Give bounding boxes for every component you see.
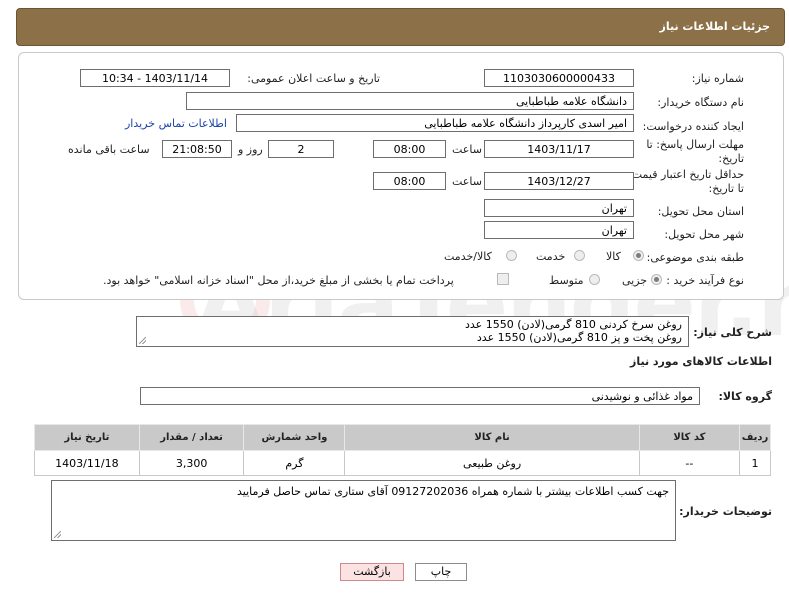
category-both-radio[interactable] xyxy=(506,250,517,261)
resize-grip-icon[interactable] xyxy=(139,337,146,344)
need-number-field[interactable]: 1103030600000433 xyxy=(484,69,634,87)
page-header: جزئیات اطلاعات نیاز xyxy=(16,8,785,46)
validity-time-field[interactable]: 08:00 xyxy=(373,172,446,190)
row-unit: گرم xyxy=(243,450,346,476)
table-row[interactable]: 1 -- روغن طبیعی گرم 3,300 1403/11/18 xyxy=(34,450,771,476)
purchase-medium-label: متوسط xyxy=(549,274,584,287)
validity-time-label: ساعت xyxy=(452,175,482,188)
description-textarea[interactable]: روغن سرخ کردنی 810 گرمی(لادن) 1550 عدد ر… xyxy=(136,316,689,347)
description-label: شرح کلی نیاز: xyxy=(693,326,772,339)
goods-table: ردیف کد کالا نام کالا واحد شمارش تعداد /… xyxy=(34,424,771,476)
city-field[interactable]: تهران xyxy=(484,221,634,239)
purchase-type-label: نوع فرآیند خرید : xyxy=(666,274,744,287)
province-label: استان محل تحویل: xyxy=(657,205,744,218)
validity-date-field[interactable]: 1403/12/27 xyxy=(484,172,634,190)
row-index: 1 xyxy=(739,450,771,476)
deadline-date-field[interactable]: 1403/11/17 xyxy=(484,140,634,158)
buyer-notes-textarea[interactable]: جهت کسب اطلاعات بیشتر با شماره همراه 091… xyxy=(51,480,676,541)
row-date: 1403/11/18 xyxy=(34,450,140,476)
province-field[interactable]: تهران xyxy=(484,199,634,217)
col-qty: تعداد / مقدار xyxy=(138,424,245,451)
description-line-2: روغن پخت و پز 810 گرمی(لادن) 1550 عدد xyxy=(476,331,682,344)
announce-label: تاریخ و ساعت اعلان عمومی: xyxy=(247,72,380,85)
buyer-contact-link[interactable]: اطلاعات تماس خریدار xyxy=(125,117,227,130)
goods-group-field[interactable]: مواد غذائی و نوشیدنی xyxy=(140,387,700,405)
deadline-time-field[interactable]: 08:00 xyxy=(373,140,446,158)
need-number-label: شماره نیاز: xyxy=(691,72,744,85)
buyer-org-label: نام دستگاه خریدار: xyxy=(657,96,744,109)
print-button[interactable]: چاپ xyxy=(415,563,467,581)
announce-date-field[interactable]: 1403/11/14 - 10:34 xyxy=(80,69,230,87)
description-line-1: روغن سرخ کردنی 810 گرمی(لادن) 1550 عدد xyxy=(465,318,682,331)
days-label: روز و xyxy=(238,143,263,156)
category-both-label: کالا/خدمت xyxy=(444,250,492,263)
page-title: جزئیات اطلاعات نیاز xyxy=(659,20,771,33)
buyer-org-field[interactable]: دانشگاه علامه طباطبایی xyxy=(186,92,634,110)
buyer-notes-text: جهت کسب اطلاعات بیشتر با شماره همراه 091… xyxy=(236,485,669,498)
treasury-payment-checkbox[interactable] xyxy=(497,273,509,285)
remaining-label: ساعت باقی مانده xyxy=(68,143,150,156)
category-service-label: خدمت xyxy=(536,250,566,263)
col-date: تاریخ نیاز xyxy=(34,424,140,451)
row-qty: 3,300 xyxy=(138,450,245,476)
resize-grip-icon[interactable] xyxy=(54,531,61,538)
row-name: روغن طبیعی xyxy=(344,450,640,476)
category-service-radio[interactable] xyxy=(574,250,585,261)
treasury-payment-note: پرداخت تمام یا بخشی از مبلغ خرید،از محل … xyxy=(103,274,454,287)
creator-field[interactable]: امیر اسدی کارپرداز دانشگاه علامه طباطبای… xyxy=(236,114,634,132)
goods-group-label: گروه کالا: xyxy=(718,390,772,403)
col-index: ردیف xyxy=(739,424,771,451)
row-code: -- xyxy=(638,450,741,476)
purchase-medium-radio[interactable] xyxy=(589,274,600,285)
col-unit: واحد شمارش xyxy=(243,424,346,451)
buyer-notes-label: توضیحات خریدار: xyxy=(679,505,772,518)
back-button[interactable]: بازگشت xyxy=(340,563,404,581)
purchase-minor-radio[interactable] xyxy=(651,274,662,285)
category-goods-radio[interactable] xyxy=(633,250,644,261)
col-name: نام کالا xyxy=(344,424,640,451)
deadline-label: مهلت ارسال پاسخ: تا تاریخ: xyxy=(646,138,744,165)
remaining-time-field[interactable]: 21:08:50 xyxy=(162,140,232,158)
category-label: طبقه بندی موضوعی: xyxy=(646,251,744,264)
deadline-time-label: ساعت xyxy=(452,143,482,156)
goods-section-title: اطلاعات کالاهای مورد نیاز xyxy=(630,355,772,368)
purchase-minor-label: جزیی xyxy=(622,274,648,287)
creator-label: ایجاد کننده درخواست: xyxy=(642,120,744,133)
remaining-days-field[interactable]: 2 xyxy=(268,140,334,158)
col-code: کد کالا xyxy=(638,424,741,451)
category-goods-label: کالا xyxy=(606,250,621,263)
validity-label: حداقل تاریخ اعتبار قیمت: تا تاریخ: xyxy=(628,168,744,195)
city-label: شهر محل تحویل: xyxy=(664,228,744,241)
